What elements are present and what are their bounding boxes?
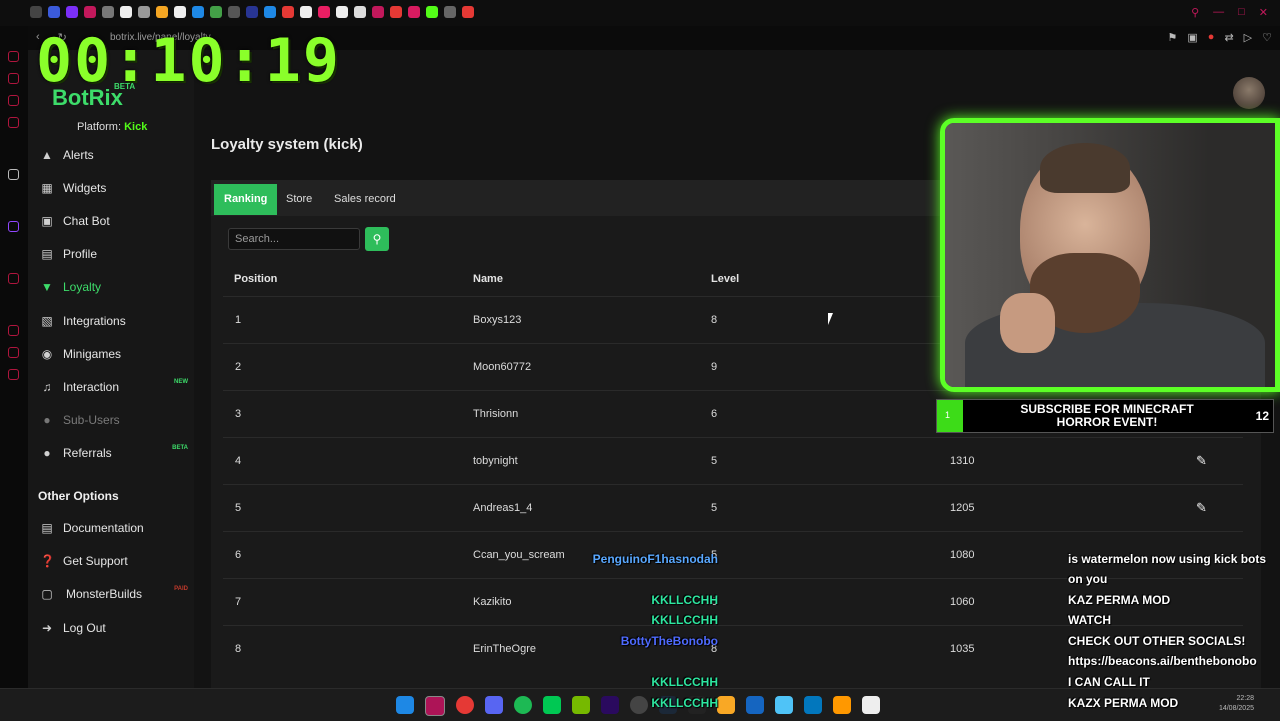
translate-icon[interactable]: ⇄ [1224,31,1233,44]
id-card-icon: ▤ [41,247,53,261]
sidebar-item-log-out[interactable]: ➜ Log Out [40,613,190,643]
beta-badge: BETA [172,445,188,451]
sidebar-item-get-support[interactable]: ❓ Get Support [40,546,190,576]
sidebar-item-monsterbuilds[interactable]: ▢ MonsterBuilds PAID [40,579,190,609]
laptop-icon: ▢ [41,587,53,601]
folder-icon[interactable] [717,696,735,714]
chrome-icon[interactable] [456,696,474,714]
heart-icon[interactable]: ♡ [1262,31,1272,44]
edit-icon[interactable]: ✎ [1196,500,1207,516]
question-icon: ❓ [40,554,55,568]
rail-icon[interactable] [8,51,19,62]
app-icon[interactable] [833,696,851,714]
sidebar-item-profile[interactable]: ▤ Profile [40,239,190,269]
search-icon[interactable]: ⚲ [1191,6,1199,19]
robot-icon: ▣ [41,214,53,228]
mouse-cursor [828,313,837,325]
opera-side-rail [0,26,28,688]
rail-icon[interactable] [8,369,19,380]
page-title: Loyalty system (kick) [211,136,363,153]
snapshot-icon[interactable]: ▣ [1187,31,1197,44]
taskbar-apps [396,696,880,716]
start-icon[interactable] [396,696,414,714]
avatar[interactable] [1233,77,1265,109]
address-bar-actions[interactable]: ⚑ ▣ ● ⇄ ▷ ♡ [1168,31,1273,44]
banner-accent: 1 [937,400,963,432]
pin-icon[interactable]: ⚑ [1168,31,1178,44]
rail-icon[interactable] [8,95,19,106]
outlook-icon[interactable] [804,696,822,714]
search-button[interactable]: ⚲ [365,227,389,251]
sidebar-item-referrals[interactable]: ● Referrals BETA [40,438,190,468]
webcam-person-hair [1040,143,1130,193]
sidebar-item-minigames[interactable]: ◉ Minigames [40,339,190,369]
book-icon: ▤ [41,521,53,535]
discord-icon[interactable] [485,696,503,714]
nvidia-icon[interactable] [572,696,590,714]
gamepad-icon: ◉ [41,347,53,361]
close-icon[interactable]: ✕ [1259,6,1268,19]
rail-icon[interactable] [8,117,19,128]
sidebar: BotRix BETA Platform: Kick ▲ Alerts ▦ Widg… [28,50,194,688]
notepad-icon[interactable] [746,696,764,714]
sidebar-item-alerts[interactable]: ▲ Alerts [40,140,190,170]
app-icon[interactable] [775,696,793,714]
minecraft-icon[interactable] [862,696,880,714]
sidebar-item-widgets[interactable]: ▦ Widgets [40,173,190,203]
sidebar-item-interaction[interactable]: ♫ Interaction NEW [40,372,190,402]
puzzle-icon: ▧ [41,314,53,328]
sidebar-item-sub-users[interactable]: ● Sub-Users [40,405,190,435]
twitch-icon[interactable] [8,221,19,232]
trophy-icon: ▼ [41,280,53,294]
sidebar-item-chat-bot[interactable]: ▣ Chat Bot [40,206,190,236]
rail-icon[interactable] [8,169,19,180]
maximize-icon[interactable]: □ [1238,6,1245,19]
table-row: 4 tobynight 5 1310 ✎ [223,437,1243,485]
search-icon: ⚲ [372,232,382,246]
opera-icon[interactable] [425,696,445,716]
spotify-icon[interactable] [514,696,532,714]
app-icon[interactable] [543,696,561,714]
webcam-person-hand [1000,293,1055,353]
minimize-icon[interactable]: — [1213,6,1224,19]
rail-icon[interactable] [8,325,19,336]
stream-timer: 00:10:19 [36,26,341,96]
rail-icon[interactable] [8,73,19,84]
rail-icon[interactable] [8,273,19,284]
window-controls[interactable]: ⚲ — □ ✕ [1191,6,1268,19]
paid-badge: PAID [174,586,188,592]
search-input[interactable] [228,228,360,250]
users-icon: ● [43,413,51,427]
taskbar-clock[interactable]: 22:28 14/08/2025 [1219,694,1254,714]
column-header-name[interactable]: Name [473,273,503,285]
rail-icon[interactable] [8,347,19,358]
bell-icon: ▲ [41,148,53,162]
play-icon[interactable]: ▷ [1244,31,1252,44]
sidebar-item-loyalty[interactable]: ▼ Loyalty [40,272,190,302]
platform-indicator: Platform: Kick [77,121,148,133]
column-header-position[interactable]: Position [234,273,277,285]
shield-icon[interactable]: ● [1208,31,1215,44]
subscribe-banner: 1 SUBSCRIBE FOR MINECRAFT HORROR EVENT! … [936,399,1274,433]
browser-tab-icons[interactable] [30,6,474,18]
music-icon: ♫ [42,380,52,394]
grid-icon: ▦ [41,181,53,195]
column-header-level[interactable]: Level [711,273,739,285]
browser-tab-bar: ⚲ — □ ✕ [0,0,1280,26]
sidebar-item-documentation[interactable]: ▤ Documentation [40,513,190,543]
logout-icon: ➜ [41,621,53,635]
table-row: 5 Andreas1_4 5 1205 ✎ [223,484,1243,532]
new-badge: NEW [174,379,188,385]
premiere-icon[interactable] [601,696,619,714]
webcam-overlay [940,118,1280,392]
users-icon: ● [43,446,51,460]
obs-icon[interactable] [630,696,648,714]
tab-store[interactable]: Store [276,184,322,215]
tab-sales-record[interactable]: Sales record [324,184,406,215]
other-options-heading: Other Options [38,489,119,503]
tab-ranking[interactable]: Ranking [214,184,278,215]
sidebar-item-integrations[interactable]: ▧ Integrations [40,306,190,336]
edit-icon[interactable]: ✎ [1196,453,1207,469]
